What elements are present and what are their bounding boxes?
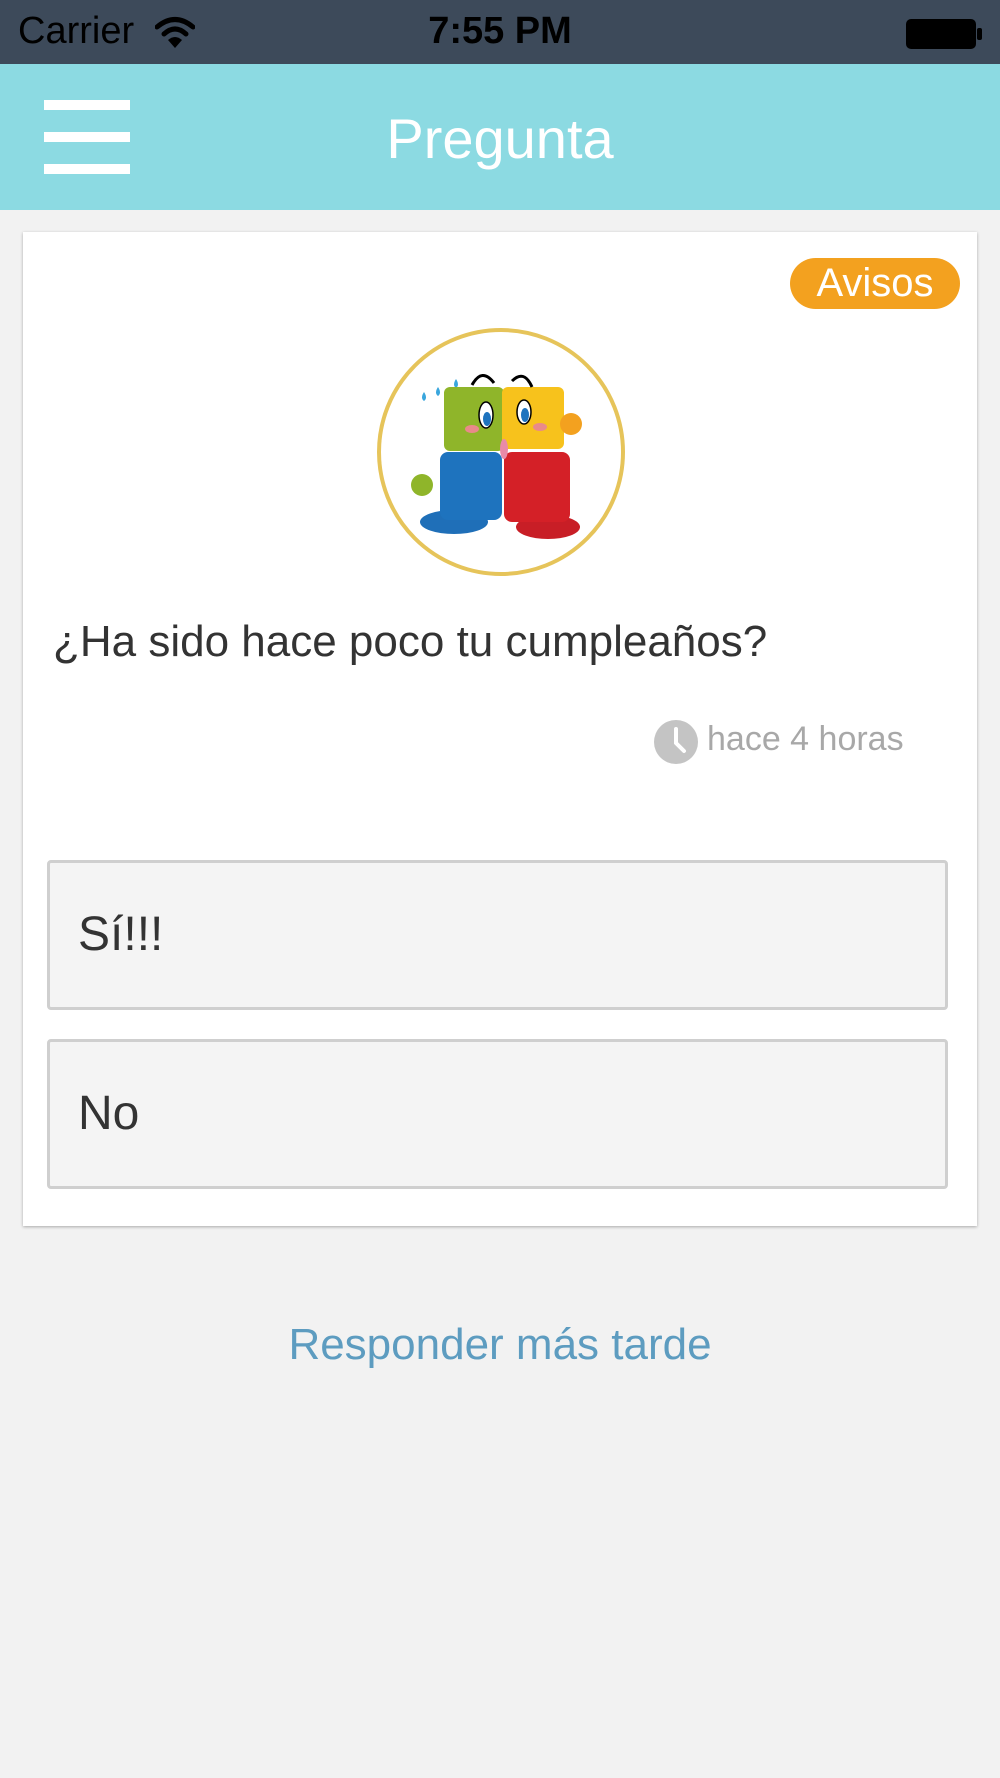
navigation-bar: Pregunta [0,64,1000,210]
page-title: Pregunta [386,107,614,170]
battery-icon [906,19,982,49]
answer-later-link[interactable]: Responder más tarde [0,1320,1000,1370]
answer-option-label: No [78,1087,140,1140]
time-ago-label: hace 4 horas [707,720,904,758]
category-badge: Avisos [790,258,960,309]
answer-option-no[interactable]: No [47,1039,948,1189]
answer-option-label: Sí!!! [78,908,164,961]
clock-icon [654,720,698,764]
question-text: ¿Ha sido hace poco tu cumpleaños? [53,617,768,666]
question-card: Avisos ¿Ha sido hace poco tu cumpleaños?… [23,232,977,1226]
status-time: 7:55 PM [428,10,572,52]
answer-option-yes[interactable]: Sí!!! [47,860,948,1010]
avatar [377,328,625,576]
status-bar: Carrier 7:55 PM [0,0,1000,64]
timestamp: hace 4 horas [653,717,953,765]
